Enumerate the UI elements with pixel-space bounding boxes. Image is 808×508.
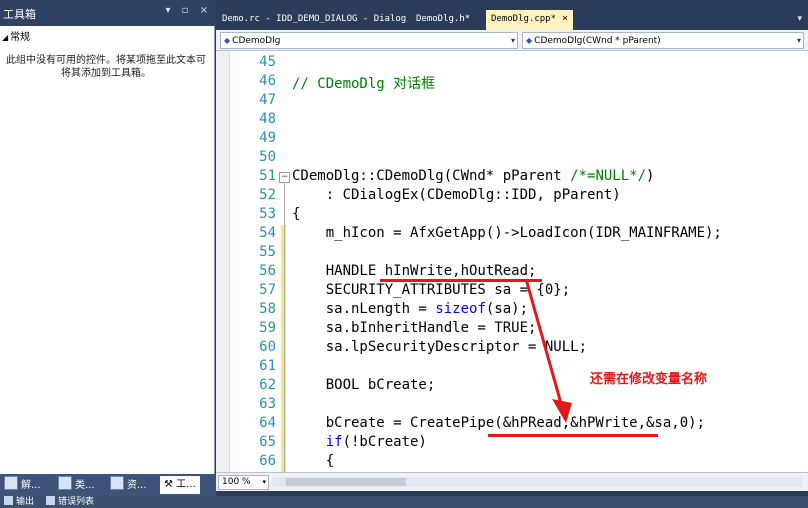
toolbox-title-bar: 工具箱 ▾ ▫ × bbox=[0, 0, 216, 26]
navigation-bar: ◆ CDemoDlg ▾ ◆ CDemoDlg(CWnd * pParent) ▾ bbox=[216, 30, 808, 51]
line-number: 64 bbox=[259, 415, 276, 431]
line-number: 48 bbox=[259, 111, 276, 127]
selection-margin bbox=[230, 51, 240, 472]
class-icon: ◆ bbox=[224, 36, 231, 45]
code-line-59: sa.bInheritHandle = TRUE; bbox=[292, 320, 537, 336]
line-number: 54 bbox=[259, 225, 276, 241]
annotation-arrow bbox=[524, 278, 572, 423]
chevron-down-icon: ▾ bbox=[796, 36, 801, 45]
toolbox-empty-message: 此组中没有可用的控件。将某项拖至此文本可将其添加到工具箱。 bbox=[6, 55, 206, 79]
tab-demo-rc-dialog[interactable]: Demo.rc - IDD_DEMO_DIALOG - Dialog bbox=[222, 10, 406, 28]
code-line-53: { bbox=[292, 206, 301, 222]
code-line-51: CDemoDlg::CDemoDlg(CWnd* pParent /*=NULL… bbox=[292, 168, 655, 184]
line-number: 49 bbox=[259, 130, 276, 146]
tab-class-view[interactable]: 类... bbox=[58, 476, 95, 494]
toolbox-window-buttons[interactable]: ▾ ▫ × bbox=[165, 5, 212, 16]
resource-view-icon bbox=[110, 476, 124, 490]
zoom-combo[interactable]: 100 % ▾ bbox=[218, 475, 269, 490]
code-line-54: m_hIcon = AfxGetApp()->LoadIcon(IDR_MAIN… bbox=[292, 225, 722, 241]
code-line-56: HANDLE hInWrite,hOutRead; bbox=[292, 263, 537, 279]
chevron-down-icon: ▾ bbox=[262, 478, 266, 486]
line-number: 57 bbox=[259, 282, 276, 298]
code-line-64: bCreate = CreatePipe(&hPRead,&hPWrite,&s… bbox=[292, 415, 706, 431]
line-number: 59 bbox=[259, 320, 276, 336]
code-line-65: if(!bCreate) bbox=[325, 434, 427, 450]
class-view-icon bbox=[58, 476, 72, 490]
class-combo[interactable]: ◆ CDemoDlg ▾ bbox=[220, 32, 518, 49]
line-number: 61 bbox=[259, 358, 276, 374]
code-line-58: sa.nLength = sizeof(sa); bbox=[292, 301, 529, 317]
toolbox-group-label: 常规 bbox=[10, 32, 31, 43]
line-number: 56 bbox=[259, 263, 276, 279]
toolbox-panel: 工具箱 ▾ ▫ × ◢ 常规 此组中没有可用的控件。将某项拖至此文本可将其添加到工… bbox=[0, 0, 216, 508]
line-number: 62 bbox=[259, 377, 276, 393]
outline-guide bbox=[284, 183, 285, 472]
tab-error-list[interactable]: 错误列表 bbox=[46, 496, 94, 508]
tab-demodlg-cpp-label: DemoDlg.cpp* bbox=[491, 14, 557, 24]
code-line-62: BOOL bCreate; bbox=[292, 377, 436, 393]
method-icon: ◆ bbox=[526, 36, 533, 45]
line-number: 47 bbox=[259, 92, 276, 108]
line-number: 63 bbox=[259, 396, 276, 412]
document-tab-strip: Demo.rc - IDD_DEMO_DIALOG - Dialog DemoD… bbox=[216, 0, 808, 30]
close-tab-icon[interactable]: × bbox=[562, 13, 568, 24]
error-list-icon bbox=[46, 496, 55, 505]
tab-list-dropdown-icon[interactable]: ▾ bbox=[797, 14, 802, 24]
line-number: 45 bbox=[259, 54, 276, 70]
annotation-note: 还需在修改变量名称 bbox=[590, 372, 708, 387]
code-line-52: : CDialogEx(CDemoDlg::IDD, pParent) bbox=[292, 187, 621, 203]
horizontal-scrollbar[interactable] bbox=[272, 477, 802, 487]
code-editor[interactable]: − 45 46 47 48 49 50 51 52 53 54 55 56 57… bbox=[216, 51, 808, 472]
tab-toolbox[interactable]: ⚒ 工... bbox=[160, 476, 200, 494]
member-combo[interactable]: ◆ CDemoDlg(CWnd * pParent) ▾ bbox=[522, 32, 804, 49]
indicator-margin bbox=[216, 51, 230, 472]
bottom-panel-tabs: 输出 错误列表 bbox=[0, 496, 808, 508]
toolbox-tab-strip: 解... 类... 资... ⚒ 工... bbox=[0, 474, 216, 496]
tab-demodlg-h[interactable]: DemoDlg.h* bbox=[416, 10, 470, 28]
line-number: 50 bbox=[259, 149, 276, 165]
line-number: 53 bbox=[259, 206, 276, 222]
line-number: 66 bbox=[259, 453, 276, 469]
toolbox-title: 工具箱 bbox=[3, 8, 36, 21]
toolbox-hammer-icon: ⚒ bbox=[164, 479, 173, 490]
tab-solution-explorer[interactable]: 解... bbox=[4, 476, 41, 494]
tab-output[interactable]: 输出 bbox=[4, 496, 34, 508]
line-number: 52 bbox=[259, 187, 276, 203]
tab-resource-view[interactable]: 资... bbox=[110, 476, 147, 494]
code-line-66: { bbox=[292, 453, 335, 469]
tab-demodlg-cpp[interactable]: DemoDlg.cpp* × bbox=[486, 10, 574, 30]
chevron-down-icon: ▾ bbox=[510, 36, 515, 45]
annotation-underline-createpipe bbox=[488, 434, 658, 437]
line-number: 46 bbox=[259, 73, 276, 89]
toolbox-group-general[interactable]: ◢ 常规 bbox=[2, 28, 30, 43]
editor-bottom-bar: 100 % ▾ bbox=[216, 472, 808, 491]
collapse-outline-icon[interactable]: − bbox=[279, 172, 290, 183]
line-number: 58 bbox=[259, 301, 276, 317]
line-number: 65 bbox=[259, 434, 276, 450]
line-number: 55 bbox=[259, 244, 276, 260]
output-icon bbox=[4, 496, 13, 505]
line-number: 51 bbox=[259, 168, 276, 184]
line-number: 60 bbox=[259, 339, 276, 355]
toolbox-body: ◢ 常规 此组中没有可用的控件。将某项拖至此文本可将其添加到工具箱。 bbox=[0, 26, 215, 474]
solution-explorer-icon bbox=[4, 476, 18, 490]
scrollbar-thumb[interactable] bbox=[286, 478, 406, 486]
code-line-46: // CDemoDlg 对话框 bbox=[292, 76, 436, 92]
collapse-triangle-icon[interactable]: ◢ bbox=[2, 33, 8, 42]
